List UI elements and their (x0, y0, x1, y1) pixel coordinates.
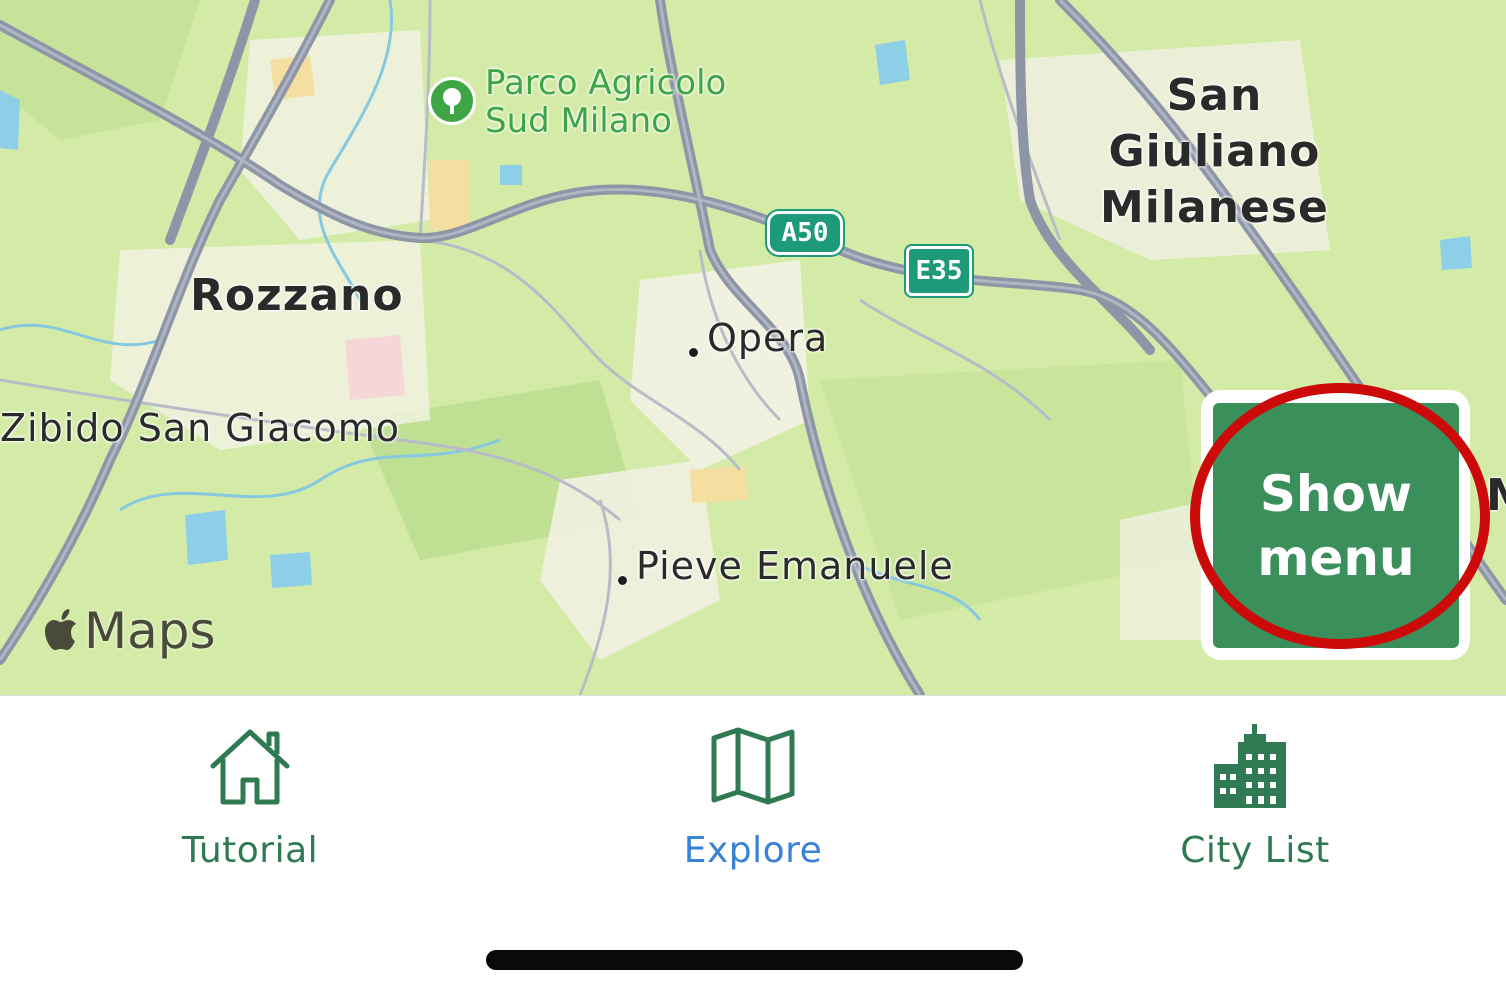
home-indicator[interactable] (486, 950, 1023, 970)
show-menu-label-line1: Show (1259, 464, 1413, 523)
apple-maps-attribution[interactable]: Maps (40, 602, 216, 660)
map-icon (711, 727, 795, 805)
apple-logo-icon (45, 609, 76, 650)
show-menu-label-line2: menu (1257, 528, 1415, 587)
tab-tutorial[interactable]: Tutorial (100, 724, 400, 871)
place-dot-opera (688, 347, 699, 358)
show-menu-button[interactable]: Show menu (1213, 403, 1459, 648)
tab-explore-label: Explore (683, 830, 823, 871)
tab-city-list[interactable]: City List (1105, 724, 1405, 871)
place-label-rozzano[interactable]: Rozzano (190, 270, 404, 321)
place-label-pieve[interactable]: Pieve Emanuele (636, 544, 954, 588)
park-label[interactable]: Parco Agricolo Sud Milano (485, 64, 726, 140)
park-tree-icon[interactable] (428, 77, 476, 125)
tab-tutorial-label: Tutorial (181, 830, 319, 871)
place-label-zibido[interactable]: Zibido San Giacomo (0, 406, 400, 450)
road-shield-e35: E35 (906, 246, 972, 296)
road-shield-a50: A50 (767, 211, 843, 255)
place-label-partial: M (1486, 470, 1506, 521)
maps-attribution-label: Maps (84, 602, 216, 660)
map-view[interactable]: Parco Agricolo Sud Milano San Giuliano M… (0, 0, 1506, 695)
city-buildings-icon (1214, 724, 1286, 808)
house-icon (210, 729, 290, 805)
place-label-opera[interactable]: Opera (707, 316, 828, 360)
tab-city-list-label: City List (1180, 830, 1330, 871)
place-dot-pieve (617, 575, 628, 586)
tab-explore[interactable]: Explore (603, 724, 903, 871)
place-label-san-giuliano[interactable]: San Giuliano Milanese (1100, 68, 1329, 236)
